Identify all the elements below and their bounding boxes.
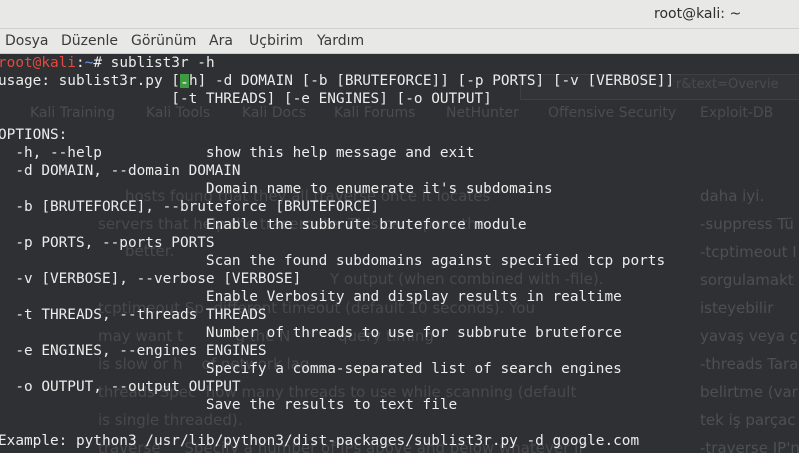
bookmark-offensive-security: Offensive Security (548, 105, 677, 121)
example-line: Example: python3 /usr/lib/python3/dist-p… (0, 433, 640, 449)
bg-text-right: -threads Tara (700, 355, 799, 373)
menu-ara[interactable]: Ara (209, 33, 233, 49)
menu-yardim[interactable]: Yardım (317, 33, 364, 49)
usage-text: usage: sublist3r.py [ (0, 73, 180, 89)
prompt-symbol: # (93, 55, 102, 71)
bg-text-right: tek iş parçac (700, 411, 796, 429)
command-text: sublist3r -h (102, 55, 215, 71)
option-bruteforce: -b [BRUTEFORCE], --bruteforce [BRUTEFORC… (0, 199, 380, 215)
bg-text-right: yavaş veya ç (700, 327, 798, 345)
bg-text-right: -traverse IP'n (700, 439, 799, 453)
option-domain-desc: Domain name to enumerate it's subdomains (0, 181, 553, 197)
option-ports-desc: Scan the found subdomains against specif… (0, 253, 666, 269)
menu-gorunum[interactable]: Görünüm (131, 33, 196, 49)
option-threads: -t THREADS, --threads THREADS (0, 307, 267, 323)
bookmark-exploit-db: Exploit-DB (700, 105, 774, 121)
option-verbose: -v [VERBOSE], --verbose [VERBOSE] (0, 271, 302, 287)
option-engines-desc: Specify a comma-separated list of search… (0, 361, 622, 377)
bg-text-right: -suppress Tü (700, 215, 794, 233)
option-verbose-desc: Enable Verbosity and display results in … (0, 289, 622, 305)
usage-line-2: [-t THREADS] [-e ENGINES] [-o OUTPUT] (0, 91, 492, 107)
menu-dosya[interactable]: Dosya (5, 33, 49, 49)
option-output-desc: Save the results to text file (0, 397, 458, 413)
prompt-separator: : (75, 55, 85, 71)
option-bruteforce-desc: Enable the subbrute bruteforce module (0, 217, 527, 233)
bg-text-line: Y output (when combined with -file). (330, 270, 604, 288)
menu-duzenle[interactable]: Düzenle (61, 33, 118, 49)
highlight-cursor: - (179, 74, 189, 91)
terminal-area[interactable]: r&text=Overvie Kali Training Kali Tools … (0, 54, 799, 453)
option-ports: -p PORTS, --ports PORTS (0, 235, 215, 251)
option-engines: -e ENGINES, --engines ENGINES (0, 343, 267, 359)
options-header: OPTIONS: (0, 127, 68, 143)
bg-text-right: daha iyi. (700, 187, 765, 205)
bg-text-right: -tcptimeout I (700, 243, 797, 261)
menu-ucbirim[interactable]: Uçbirim (249, 33, 303, 49)
option-output: -o OUTPUT, --output OUTPUT (0, 379, 241, 395)
option-domain: -d DOMAIN, --domain DOMAIN (0, 163, 241, 179)
usage-text-cont: h] -d DOMAIN [-b [BRUTEFORCE]] [-p PORTS… (188, 73, 675, 89)
prompt-line: root@kali:~# sublist3r -h (0, 54, 215, 72)
window-title: root@kali: ~ (654, 6, 742, 22)
background-url-text: r&text=Overvie (676, 77, 779, 92)
bg-text-right: isteyebilir (700, 299, 774, 317)
option-threads-desc: Number of threads to use for subbrute br… (0, 325, 622, 341)
option-help: -h, --help show this help message and ex… (0, 145, 475, 161)
usage-line: usage: sublist3r.py [-h] -d DOMAIN [-b [… (0, 72, 675, 91)
bg-text-right: sorgulamakt (700, 271, 794, 289)
menu-bar: Dosya Düzenle Görünüm Ara Uçbirim Yardım (0, 29, 799, 54)
bg-text-right: belirtme (var (700, 383, 798, 401)
prompt-user: root@kali (0, 55, 76, 71)
window-titlebar: root@kali: ~ (0, 0, 799, 29)
